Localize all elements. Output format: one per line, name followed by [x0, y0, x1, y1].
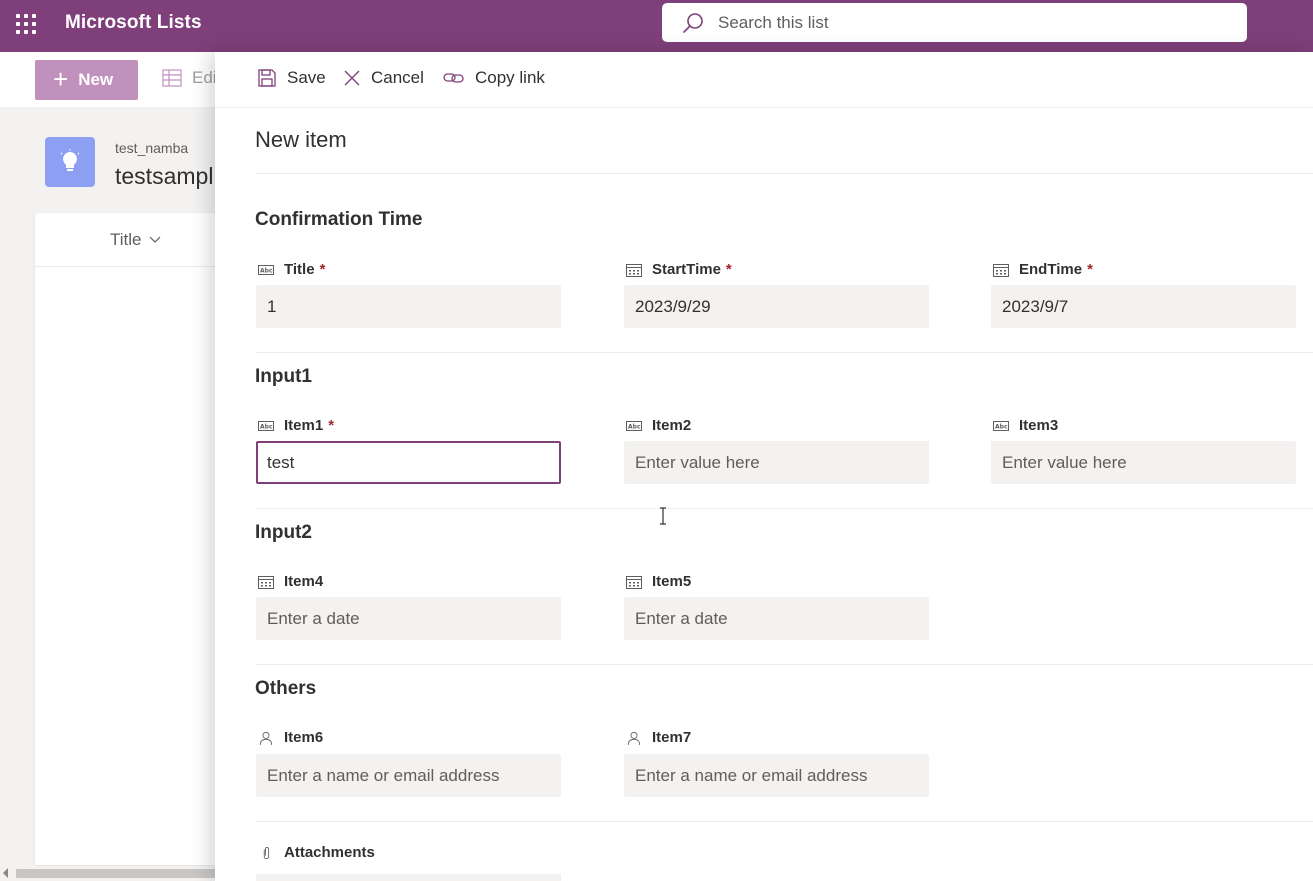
item5-field-label: Item5: [626, 573, 691, 590]
scrollbar-thumb[interactable]: [16, 869, 215, 878]
text-field-icon: Abc: [993, 420, 1009, 431]
item1-field-label: Abc Item1 *: [258, 417, 335, 434]
app-launcher-icon[interactable]: [14, 12, 36, 34]
link-icon: [443, 73, 464, 83]
svg-text:Abc: Abc: [995, 423, 1008, 430]
calendar-icon: [993, 263, 1009, 277]
calendar-icon: [258, 575, 274, 589]
required-marker: *: [1087, 261, 1093, 278]
panel-title: New item: [255, 127, 347, 152]
item4-field-label: Item4: [258, 573, 323, 590]
text-cursor-icon: [660, 507, 666, 525]
divider: [255, 821, 1313, 822]
text-field-icon: Abc: [258, 420, 274, 431]
item5-date-input[interactable]: [624, 597, 929, 640]
list-header: [45, 137, 95, 187]
new-item-panel: Save Cancel Copy link New item Confirmat…: [215, 52, 1313, 881]
person-icon: [627, 731, 641, 745]
grid-icon: [162, 69, 182, 87]
section-title-input2: Input2: [255, 522, 312, 543]
title-input[interactable]: [256, 285, 561, 328]
column-header-label: Title: [110, 230, 142, 249]
scroll-left-arrow-icon[interactable]: [3, 868, 8, 878]
cancel-label: Cancel: [371, 68, 424, 87]
paperclip-icon: [263, 846, 270, 859]
divider: [255, 352, 1313, 353]
text-field-icon: Abc: [626, 420, 642, 431]
item7-people-picker[interactable]: [624, 754, 929, 797]
divider: [255, 173, 1313, 174]
svg-text:Abc: Abc: [260, 267, 273, 274]
endtime-input[interactable]: [991, 285, 1296, 328]
item2-input[interactable]: [624, 441, 929, 484]
item3-field-label: Abc Item3: [993, 417, 1059, 434]
save-icon: [258, 69, 276, 87]
app-title[interactable]: Microsoft Lists: [65, 12, 202, 34]
column-divider: [35, 266, 215, 267]
search-icon: [683, 12, 703, 33]
required-marker: *: [319, 261, 326, 278]
copy-link-button[interactable]: Copy link: [443, 68, 545, 88]
required-marker: *: [328, 417, 335, 434]
new-item-button[interactable]: + New: [35, 60, 138, 100]
close-icon: [344, 70, 360, 86]
attachments-area[interactable]: [256, 874, 561, 881]
calendar-icon: [626, 263, 642, 277]
item6-field-label: Item6: [258, 729, 323, 746]
title-field-label: Abc Title *: [258, 261, 326, 278]
search-box[interactable]: [662, 3, 1247, 42]
svg-text:Abc: Abc: [260, 423, 273, 430]
person-icon: [259, 731, 273, 745]
section-title-input1: Input1: [255, 366, 312, 387]
item1-input[interactable]: [256, 441, 561, 484]
lightbulb-icon: [45, 137, 95, 187]
panel-command-bar: Save Cancel Copy link: [215, 52, 1313, 108]
divider: [255, 664, 1313, 665]
copy-link-label: Copy link: [475, 68, 545, 87]
suite-bar: Microsoft Lists: [0, 0, 1313, 52]
svg-text:Abc: Abc: [628, 423, 641, 430]
item7-field-label: Item7: [626, 729, 691, 746]
text-field-icon: Abc: [258, 264, 274, 275]
search-input[interactable]: [718, 12, 1178, 33]
item3-input[interactable]: [991, 441, 1296, 484]
calendar-icon: [626, 575, 642, 589]
plus-icon: +: [53, 63, 69, 94]
section-title-others: Others: [255, 678, 317, 699]
edit-in-grid-button[interactable]: Edi: [162, 68, 217, 88]
section-title-confirmation: Confirmation Time: [255, 209, 423, 230]
list-view: [35, 213, 215, 865]
save-button[interactable]: Save: [257, 68, 326, 88]
save-label: Save: [287, 68, 326, 87]
item2-field-label: Abc Item2: [626, 417, 692, 434]
attachments-label: Attachments: [258, 844, 375, 861]
new-button-label: New: [78, 70, 114, 89]
list-owner[interactable]: test_namba: [115, 140, 188, 156]
column-header-title[interactable]: Title: [110, 230, 161, 250]
chevron-down-icon: [149, 236, 160, 243]
starttime-field-label: StartTime *: [626, 261, 732, 278]
starttime-input[interactable]: [624, 285, 929, 328]
item4-date-input[interactable]: [256, 597, 561, 640]
list-name: testsampl: [115, 163, 214, 189]
endtime-field-label: EndTime *: [993, 261, 1093, 278]
item6-people-picker[interactable]: [256, 754, 561, 797]
required-marker: *: [725, 261, 732, 278]
edit-button-label: Edi: [192, 68, 217, 87]
divider: [255, 508, 1313, 509]
cancel-button[interactable]: Cancel: [343, 68, 424, 88]
